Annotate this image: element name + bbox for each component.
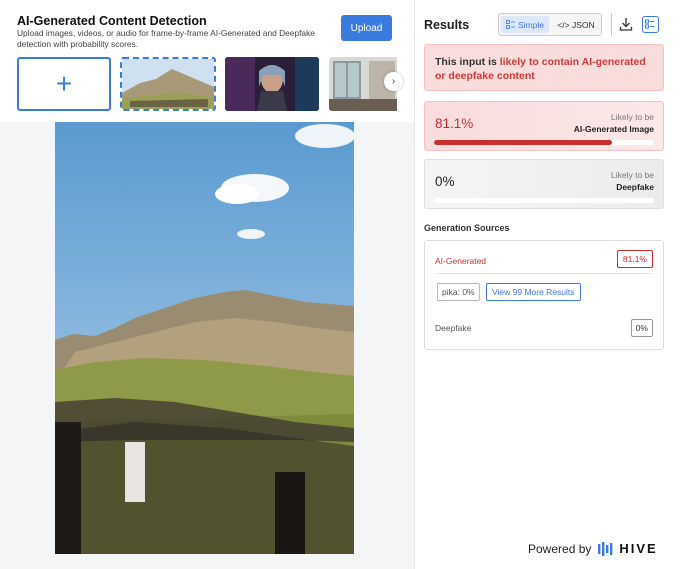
source-ai-percent: 81.1% (616, 250, 653, 268)
sources-divider (435, 273, 653, 274)
view-more-results-button[interactable]: View 99 More Results (486, 283, 581, 301)
deepfake-likely-label: Likely to be (611, 170, 654, 180)
sources-card: AI-Generated 81.1% pika: 0% View 99 More… (424, 240, 664, 350)
deepfake-score-card: 0% Likely to be Deepfake (424, 159, 664, 209)
hive-brand-name: HIVE (619, 541, 658, 556)
ai-generated-percent: 81.1% (435, 116, 474, 131)
plus-icon: + (55, 68, 73, 99)
thumbnail-selected[interactable] (120, 57, 216, 111)
media-preview (55, 122, 354, 554)
verdict-prefix: This input is (435, 56, 500, 68)
checklist-icon (645, 19, 655, 29)
ai-category-label: AI-Generated Image (573, 124, 654, 134)
ai-progress-fill (434, 140, 613, 145)
portrait-thumbnail-image (225, 57, 319, 111)
chevron-right-icon[interactable]: › (384, 72, 403, 91)
verdict-banner: This input is likely to contain AI-gener… (424, 44, 664, 91)
hive-logo-icon (598, 541, 613, 556)
list-view-icon (506, 20, 515, 29)
details-view-icon[interactable] (642, 16, 659, 33)
source-deepfake-label: Deepfake (435, 323, 472, 333)
crowd-hill-image (55, 122, 354, 554)
upload-panel: AI-Generated Content Detection Upload im… (0, 0, 414, 569)
source-pika-chip: pika: 0% (437, 283, 480, 301)
ai-likely-label: Likely to be (611, 112, 654, 122)
source-ai-label: AI-Generated (435, 256, 487, 266)
page-subtitle: Upload images, videos, or audio for fram… (17, 28, 315, 49)
deepfake-progress-track (434, 198, 654, 203)
toggle-simple[interactable]: Simple (501, 16, 549, 33)
ai-progress-track (434, 140, 654, 145)
results-title: Results (424, 18, 470, 32)
toolbar-divider (611, 13, 612, 36)
sources-heading: Generation Sources (424, 223, 510, 233)
source-deepfake-percent: 0% (630, 319, 653, 337)
view-toggle: Simple </> JSON (498, 13, 602, 36)
download-icon[interactable] (618, 16, 634, 32)
thumbnail-portrait[interactable] (225, 57, 319, 111)
ai-generated-score-card: 81.1% Likely to be AI-Generated Image (424, 101, 664, 151)
add-media-button[interactable]: + (17, 57, 111, 111)
deepfake-category-label: Deepfake (616, 182, 654, 192)
toggle-json[interactable]: </> JSON (551, 16, 601, 33)
thumbnail-strip: + (17, 57, 397, 111)
results-panel: Results Simple </> JSON This input is li… (414, 0, 700, 569)
hill-thumbnail-image (122, 59, 214, 109)
upload-header: AI-Generated Content Detection Upload im… (0, 0, 414, 122)
toggle-simple-label: Simple (518, 19, 544, 30)
powered-by-label: Powered by (528, 541, 592, 556)
powered-by: Powered by HIVE (528, 541, 658, 556)
page-title: AI-Generated Content Detection (17, 14, 207, 28)
deepfake-percent: 0% (435, 174, 455, 189)
upload-button[interactable]: Upload (341, 15, 392, 41)
